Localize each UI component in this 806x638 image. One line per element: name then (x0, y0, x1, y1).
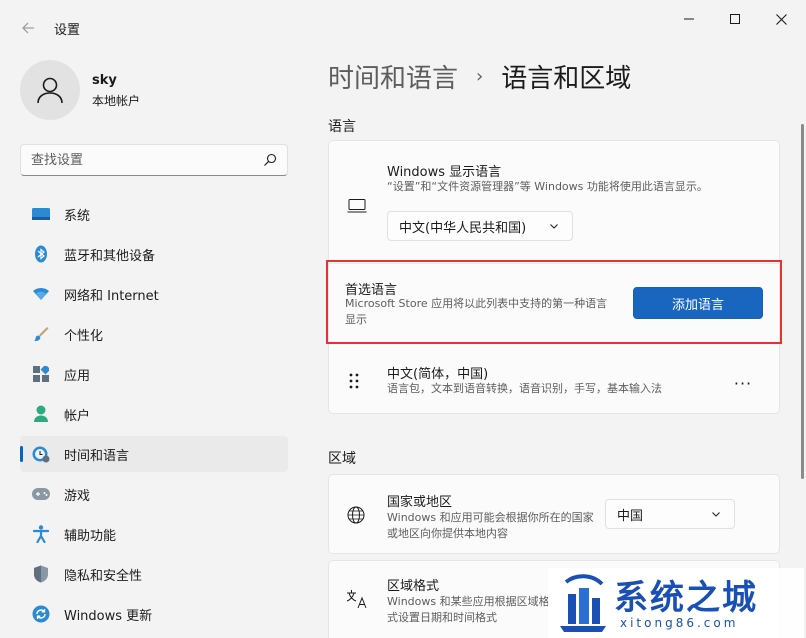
sidebar-item-label: 隐私和安全性 (64, 568, 143, 584)
sidebar-item-label: 个性化 (64, 328, 104, 344)
regional-format-description: Windows 和某些应用根据区域格式设置日期和时间格式 (387, 595, 550, 624)
breadcrumb-separator: › (476, 66, 484, 87)
installed-language-description: 语言包，文本到语音转换，语音识别，手写，基本输入法 (387, 382, 662, 395)
watermark-text: 系统之城 (614, 578, 758, 618)
sidebar-item-label: 网络和 Internet (64, 288, 159, 304)
sidebar-item-label: 时间和语言 (64, 448, 130, 464)
display-language-description: “设置”和“文件资源管理器”等 Windows 功能将使用此语言显示。 (387, 180, 708, 193)
sidebar-item-label: 系统 (64, 208, 91, 224)
account-icon (32, 405, 50, 423)
watermark: 系统之城 xitong86.com (548, 568, 804, 638)
sidebar-item-bluetooth[interactable]: 蓝牙和其他设备 (20, 236, 288, 272)
highlight-box (326, 260, 782, 344)
language-section-label: 语言 (328, 119, 356, 135)
regional-format-title: 区域格式 (387, 579, 440, 594)
maximize-icon (730, 14, 740, 24)
settings-window: 设置 sky 本地帐户 系统 (0, 0, 806, 638)
globe-icon (347, 506, 365, 524)
sidebar-item-apps[interactable]: 应用 (20, 356, 288, 392)
installed-language-title: 中文(简体，中国) (387, 367, 489, 382)
display-language-value: 中文(中华人民共和国) (399, 220, 527, 236)
user-profile[interactable]: sky 本地帐户 (20, 60, 280, 120)
more-options-button[interactable]: ··· (731, 371, 755, 395)
user-name: sky (92, 73, 117, 88)
watermark-url: xitong86.com (620, 616, 739, 630)
sidebar-item-windows-update[interactable]: Windows 更新 (20, 596, 288, 632)
sidebar-item-time-language[interactable]: 时间和语言 (20, 436, 288, 472)
display-icon (347, 199, 367, 213)
country-value: 中国 (617, 508, 644, 524)
sidebar-item-label: 蓝牙和其他设备 (64, 248, 156, 264)
close-button[interactable] (766, 8, 796, 30)
search-input[interactable] (31, 151, 251, 169)
sidebar-item-gaming[interactable]: 游戏 (20, 476, 288, 512)
bluetooth-icon (32, 245, 50, 263)
time-language-icon (32, 445, 50, 463)
apps-icon (32, 365, 50, 383)
country-dropdown[interactable]: 中国 (605, 499, 735, 529)
update-icon (32, 605, 50, 623)
active-indicator (20, 446, 23, 462)
sidebar-item-privacy[interactable]: 隐私和安全性 (20, 556, 288, 592)
user-icon (37, 77, 63, 104)
region-section-label: 区域 (328, 451, 356, 467)
breadcrumb-parent[interactable]: 时间和语言 (328, 58, 458, 95)
breadcrumb: 时间和语言 › 语言和区域 (328, 58, 631, 95)
search-icon (264, 153, 277, 166)
chevron-down-icon (550, 224, 558, 229)
minimize-button[interactable] (674, 8, 704, 30)
regional-format-icon (346, 590, 367, 609)
back-arrow-icon (22, 22, 34, 34)
sidebar-item-label: 游戏 (64, 488, 91, 504)
network-icon (32, 285, 50, 303)
country-title: 国家或地区 (387, 495, 453, 510)
sidebar-item-accounts[interactable]: 帐户 (20, 396, 288, 432)
gaming-icon (32, 485, 50, 503)
chevron-down-icon (712, 512, 720, 517)
back-button[interactable] (14, 14, 42, 42)
sidebar-item-system[interactable]: 系统 (20, 196, 288, 232)
display-language-dropdown[interactable]: 中文(中华人民共和国) (387, 211, 573, 241)
page-title: 语言和区域 (501, 64, 632, 94)
scrollbar[interactable] (801, 124, 804, 479)
country-description: Windows 和应用可能会根据你所在的国家或地区向你提供本地内容 (387, 511, 594, 540)
account-type: 本地帐户 (92, 94, 141, 108)
sidebar-item-personalization[interactable]: 个性化 (20, 316, 288, 352)
avatar (20, 60, 80, 120)
system-icon (32, 205, 50, 223)
watermark-logo-icon (560, 574, 606, 632)
sidebar: sky 本地帐户 系统 蓝牙和其他设备 网络和 Internet 个性化 (0, 44, 300, 638)
shield-icon (32, 565, 50, 583)
accessibility-icon (32, 525, 50, 543)
maximize-button[interactable] (720, 8, 750, 30)
sidebar-item-label: Windows 更新 (64, 608, 153, 624)
sidebar-item-network[interactable]: 网络和 Internet (20, 276, 288, 312)
brush-icon (32, 325, 50, 343)
minimize-icon (684, 18, 694, 20)
close-icon (775, 13, 787, 25)
title-bar: 设置 (0, 0, 806, 44)
sidebar-nav: 系统 蓝牙和其他设备 网络和 Internet 个性化 应用 帐户 时间和语言 … (20, 196, 288, 636)
sidebar-item-accessibility[interactable]: 辅助功能 (20, 516, 288, 552)
app-title: 设置 (54, 23, 81, 38)
search-box[interactable] (20, 144, 288, 176)
sidebar-item-label: 应用 (64, 368, 91, 384)
display-language-title: Windows 显示语言 (387, 165, 502, 180)
sidebar-item-label: 辅助功能 (64, 528, 117, 544)
drag-handle-icon[interactable] (349, 373, 359, 389)
country-card: 国家或地区 Windows 和应用可能会根据你所在的国家或地区向你提供本地内容 … (328, 474, 780, 554)
sidebar-item-label: 帐户 (64, 408, 91, 424)
